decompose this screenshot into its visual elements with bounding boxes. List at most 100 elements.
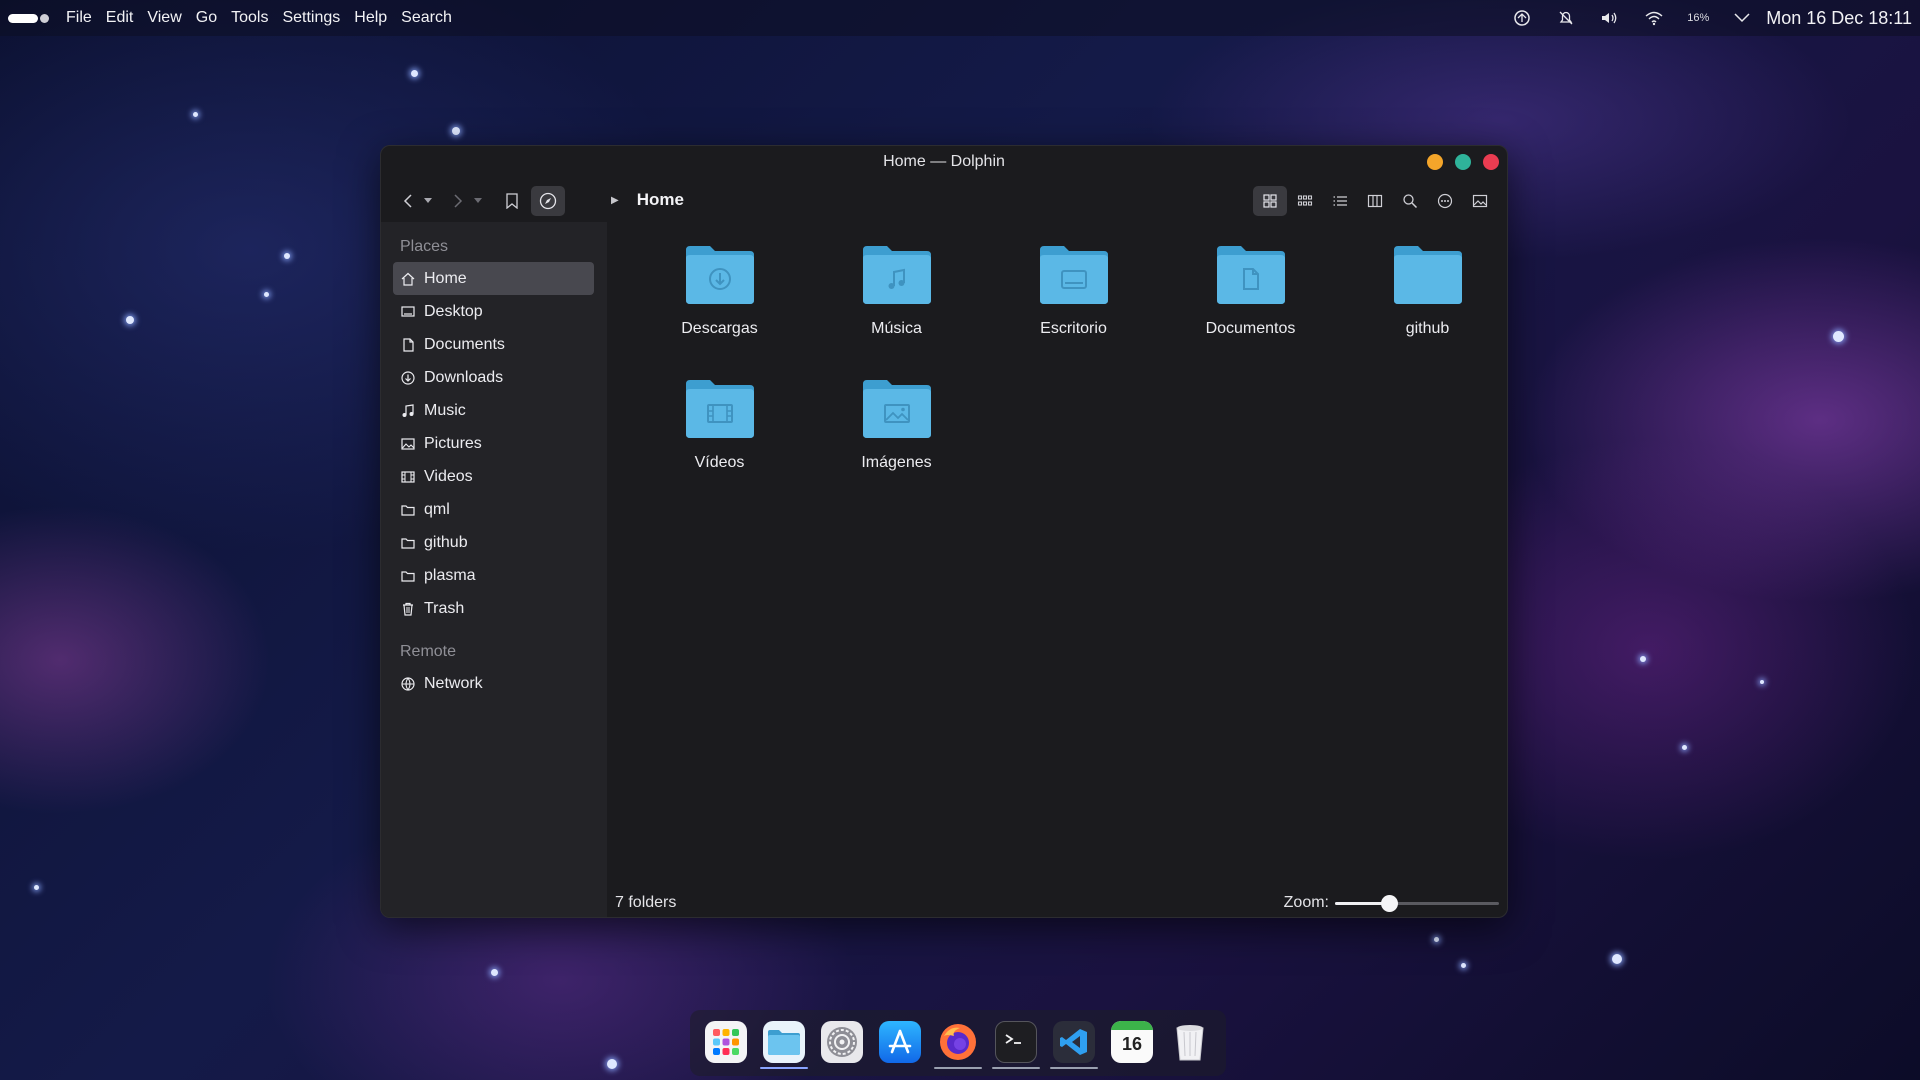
back-button[interactable] bbox=[397, 186, 419, 216]
firefox-icon bbox=[937, 1021, 979, 1063]
music-note-icon bbox=[400, 403, 416, 419]
preview-button[interactable] bbox=[1463, 186, 1497, 216]
places-toggle-button[interactable] bbox=[531, 186, 565, 216]
compact-grid-icon bbox=[1297, 195, 1313, 206]
folder-count: 7 folders bbox=[615, 894, 677, 911]
breadcrumb-current[interactable]: Home bbox=[637, 190, 684, 210]
columns-icon bbox=[1367, 194, 1383, 208]
menu-help[interactable]: Help bbox=[347, 9, 394, 27]
menu-search[interactable]: Search bbox=[394, 9, 459, 27]
sidebar-item-network[interactable]: Network bbox=[393, 667, 594, 700]
menu-view[interactable]: View bbox=[140, 9, 188, 27]
zoom-label: Zoom: bbox=[1283, 894, 1329, 911]
forward-history-button[interactable] bbox=[471, 186, 485, 216]
bookmark-button[interactable] bbox=[495, 186, 529, 216]
toolbar: ▶ Home bbox=[381, 178, 1507, 222]
folder-grid: Descargas Música Escritorio Documentos g… bbox=[631, 236, 1507, 498]
caret-down-icon bbox=[424, 198, 432, 203]
sidebar-item-trash[interactable]: Trash bbox=[393, 592, 594, 625]
sidebar-item-videos[interactable]: Videos bbox=[393, 460, 594, 493]
star bbox=[1612, 954, 1622, 964]
chevron-left-icon bbox=[403, 194, 412, 208]
star bbox=[1682, 745, 1687, 750]
close-button[interactable] bbox=[1483, 154, 1499, 170]
sidebar-item-plasma[interactable]: plasma bbox=[393, 559, 594, 592]
app-store-icon bbox=[879, 1021, 921, 1063]
split-view-button[interactable] bbox=[1358, 186, 1392, 216]
menu-edit[interactable]: Edit bbox=[99, 9, 141, 27]
dock-app-store[interactable] bbox=[876, 1015, 924, 1071]
back-history-button[interactable] bbox=[421, 186, 435, 216]
star bbox=[193, 112, 198, 117]
search-button[interactable] bbox=[1393, 186, 1427, 216]
folder-film-icon bbox=[684, 376, 756, 440]
folder-item-musica[interactable]: Música bbox=[808, 236, 985, 364]
notifications-off-icon[interactable] bbox=[1554, 6, 1578, 30]
folder-item-descargas[interactable]: Descargas bbox=[631, 236, 808, 364]
folder-item-videos[interactable]: Vídeos bbox=[631, 370, 808, 498]
folder-item-documentos[interactable]: Documentos bbox=[1162, 236, 1339, 364]
battery-indicator[interactable]: 16% bbox=[1686, 6, 1710, 30]
menu-tools[interactable]: Tools bbox=[224, 9, 275, 27]
dock-app-launcher[interactable] bbox=[702, 1015, 750, 1071]
sidebar-item-home[interactable]: Home bbox=[393, 262, 594, 295]
more-menu-button[interactable] bbox=[1428, 186, 1462, 216]
sidebar-item-music[interactable]: Music bbox=[393, 394, 594, 427]
folder-document-icon bbox=[1215, 242, 1287, 306]
wifi-icon[interactable] bbox=[1642, 6, 1666, 30]
details-view-button[interactable] bbox=[1323, 186, 1357, 216]
sidebar-item-documents[interactable]: Documents bbox=[393, 328, 594, 361]
dock-trash[interactable] bbox=[1166, 1015, 1214, 1071]
zoom-slider[interactable] bbox=[1335, 893, 1499, 913]
chevron-down-icon[interactable] bbox=[1730, 6, 1754, 30]
sidebar-item-qml[interactable]: qml bbox=[393, 493, 594, 526]
folder-icon bbox=[400, 568, 416, 584]
minimize-button[interactable] bbox=[1427, 154, 1443, 170]
dock-vscode[interactable] bbox=[1050, 1015, 1098, 1071]
menu-go[interactable]: Go bbox=[189, 9, 224, 27]
maximize-button[interactable] bbox=[1455, 154, 1471, 170]
places-panel: Places Home Desktop Documents Downloads … bbox=[381, 222, 607, 917]
menu-file[interactable]: File bbox=[59, 9, 99, 27]
breadcrumb-arrow-icon[interactable]: ▶ bbox=[611, 195, 619, 206]
volume-icon[interactable] bbox=[1598, 6, 1622, 30]
folder-item-github[interactable]: github bbox=[1339, 236, 1507, 364]
file-view[interactable]: Descargas Música Escritorio Documentos g… bbox=[607, 222, 1507, 917]
star bbox=[452, 127, 460, 135]
more-icon bbox=[1437, 193, 1453, 209]
running-indicator bbox=[1050, 1067, 1098, 1069]
launcher-pill-icon bbox=[8, 14, 38, 23]
network-icon bbox=[400, 676, 416, 692]
sidebar-item-downloads[interactable]: Downloads bbox=[393, 361, 594, 394]
forward-button[interactable] bbox=[447, 186, 469, 216]
bookmark-icon bbox=[506, 193, 518, 209]
app-menu-launcher[interactable] bbox=[8, 10, 50, 26]
folder-item-imagenes[interactable]: Imágenes bbox=[808, 370, 985, 498]
star bbox=[607, 1059, 617, 1069]
list-icon bbox=[1333, 196, 1347, 206]
menu-settings[interactable]: Settings bbox=[275, 9, 347, 27]
folder-desktop-icon bbox=[1038, 242, 1110, 306]
titlebar[interactable]: Home — Dolphin bbox=[381, 146, 1507, 178]
dock-calendar[interactable]: 16 bbox=[1108, 1015, 1156, 1071]
folder-item-escritorio[interactable]: Escritorio bbox=[985, 236, 1162, 364]
dock-terminal[interactable] bbox=[992, 1015, 1040, 1071]
dock-firefox[interactable] bbox=[934, 1015, 982, 1071]
dolphin-window: Home — Dolphin ▶ Home Places Home Deskto… bbox=[380, 145, 1508, 918]
sidebar-item-label: plasma bbox=[424, 566, 476, 584]
sidebar-item-github[interactable]: github bbox=[393, 526, 594, 559]
compact-view-button[interactable] bbox=[1288, 186, 1322, 216]
sidebar-item-label: Desktop bbox=[424, 302, 483, 320]
sidebar-item-desktop[interactable]: Desktop bbox=[393, 295, 594, 328]
clock[interactable]: Mon 16 Dec 18:11 bbox=[1766, 8, 1912, 29]
sidebar-item-pictures[interactable]: Pictures bbox=[393, 427, 594, 460]
folder-picture-icon bbox=[861, 376, 933, 440]
icons-view-button[interactable] bbox=[1253, 186, 1287, 216]
dock-files[interactable] bbox=[760, 1015, 808, 1071]
zoom-slider-handle[interactable] bbox=[1381, 895, 1399, 912]
updates-icon[interactable] bbox=[1510, 6, 1534, 30]
places-header: Places bbox=[400, 238, 449, 255]
running-indicator bbox=[760, 1067, 808, 1069]
dock-system-settings[interactable] bbox=[818, 1015, 866, 1071]
launcher-dot-icon bbox=[40, 14, 49, 23]
